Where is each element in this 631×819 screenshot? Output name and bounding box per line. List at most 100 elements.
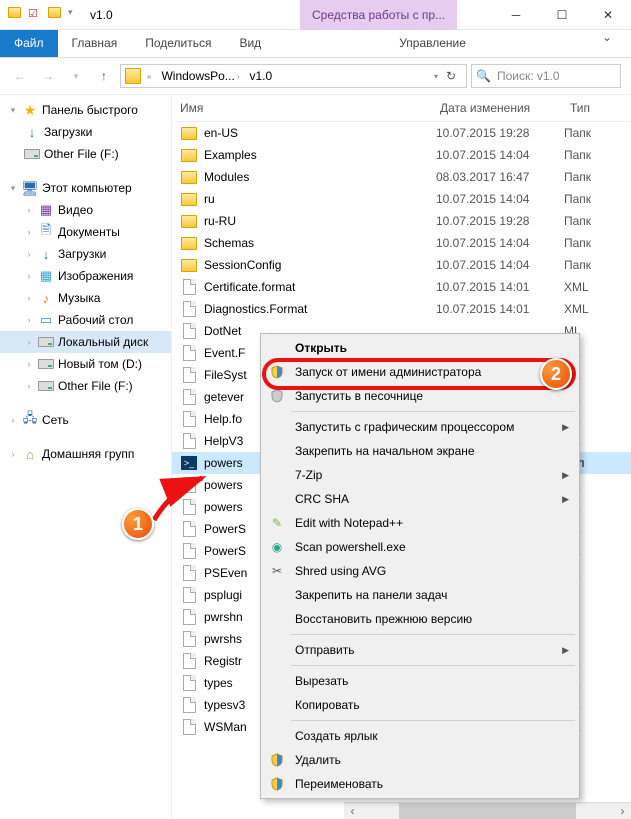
sidebar-item-video[interactable]: ›▦Видео xyxy=(0,199,171,221)
scroll-thumb[interactable] xyxy=(399,803,576,819)
tab-file[interactable]: Файл xyxy=(0,30,58,57)
file-type: XML xyxy=(564,302,589,316)
context-menu-item[interactable]: Запустить в песочнице xyxy=(263,384,577,408)
context-menu-item[interactable]: Запуск от имени администратора xyxy=(263,360,577,384)
menu-item-label: Запуск от имени администратора xyxy=(295,365,569,379)
menu-item-label: Отправить xyxy=(295,643,554,657)
sidebar-item-local-disk[interactable]: ›Локальный диск xyxy=(0,331,171,353)
menu-item-label: Переименовать xyxy=(295,777,569,791)
sidebar-item-documents[interactable]: ›🗎Документы xyxy=(0,221,171,243)
search-input[interactable]: 🔍 Поиск: v1.0 xyxy=(471,64,621,88)
sidebar-item-music[interactable]: ›♪Музыка xyxy=(0,287,171,309)
breadcrumb-root-caret[interactable]: « xyxy=(147,72,151,81)
context-menu-item[interactable]: Удалить xyxy=(263,748,577,772)
file-icon xyxy=(180,652,198,670)
column-type[interactable]: Тип xyxy=(562,95,631,121)
context-menu-item[interactable]: Закрепить на панели задач xyxy=(263,583,577,607)
tab-view[interactable]: Вид xyxy=(225,30,275,57)
file-icon xyxy=(180,366,198,384)
file-type: Папк xyxy=(564,126,591,140)
search-placeholder: Поиск: v1.0 xyxy=(497,69,560,83)
breadcrumb-seg-2[interactable]: v1.0 xyxy=(245,69,276,83)
context-menu-separator xyxy=(291,720,575,721)
file-icon xyxy=(180,146,198,164)
sidebar-item-downloads[interactable]: ↓Загрузки xyxy=(0,121,171,143)
file-name: en-US xyxy=(204,126,436,140)
sidebar-item-other-file2[interactable]: ›Other File (F:) xyxy=(0,375,171,397)
close-button[interactable]: ✕ xyxy=(585,0,631,30)
qat-folder-icon[interactable] xyxy=(48,7,64,23)
sidebar-item-images[interactable]: ›▦Изображения xyxy=(0,265,171,287)
context-menu-item[interactable]: Закрепить на начальном экране xyxy=(263,439,577,463)
file-row[interactable]: ru10.07.2015 14:04Папк xyxy=(172,188,631,210)
column-date[interactable]: Дата изменения xyxy=(432,95,562,121)
file-icon xyxy=(180,608,198,626)
menu-item-icon xyxy=(267,609,287,629)
menu-item-label: Копировать xyxy=(295,698,569,712)
context-menu-item[interactable]: Запустить с графическим процессором▶ xyxy=(263,415,577,439)
context-menu-item[interactable]: Переименовать xyxy=(263,772,577,796)
context-menu-item[interactable]: ✎Edit with Notepad++ xyxy=(263,511,577,535)
file-date: 08.03.2017 16:47 xyxy=(436,170,564,184)
sidebar-item-desktop[interactable]: ›▭Рабочий стол xyxy=(0,309,171,331)
context-menu-item[interactable]: Открыть xyxy=(263,336,577,360)
tab-share[interactable]: Поделиться xyxy=(131,30,225,57)
qat-checkbox-icon[interactable]: ☑ xyxy=(28,7,44,23)
context-menu-item[interactable]: ◉Scan powershell.exe xyxy=(263,535,577,559)
tab-home[interactable]: Главная xyxy=(58,30,132,57)
file-name: SessionConfig xyxy=(204,258,436,272)
context-menu-item[interactable]: Отправить▶ xyxy=(263,638,577,662)
menu-item-label: Scan powershell.exe xyxy=(295,540,569,554)
nav-recent-button[interactable]: ▾ xyxy=(64,64,88,88)
column-headers[interactable]: Имя Дата изменения Тип xyxy=(172,95,631,122)
sidebar-network[interactable]: ›🖧Сеть xyxy=(0,409,171,431)
submenu-arrow-icon: ▶ xyxy=(562,494,569,505)
file-row[interactable]: Schemas10.07.2015 14:04Папк xyxy=(172,232,631,254)
context-menu-item[interactable]: ✂Shred using AVG xyxy=(263,559,577,583)
menu-item-icon xyxy=(267,774,287,794)
file-row[interactable]: Diagnostics.Format10.07.2015 14:01XML xyxy=(172,298,631,320)
file-row[interactable]: SessionConfig10.07.2015 14:04Папк xyxy=(172,254,631,276)
scroll-left-button[interactable]: ‹ xyxy=(344,803,361,819)
nav-forward-button: → xyxy=(36,64,60,88)
file-icon xyxy=(180,256,198,274)
file-row[interactable]: Examples10.07.2015 14:04Папк xyxy=(172,144,631,166)
submenu-arrow-icon: ▶ xyxy=(562,422,569,433)
scroll-right-button[interactable]: › xyxy=(614,803,631,819)
breadcrumb-seg-1[interactable]: WindowsPo...› xyxy=(157,69,243,83)
context-menu-item[interactable]: CRC SHA▶ xyxy=(263,487,577,511)
refresh-button[interactable]: ↻ xyxy=(440,65,462,87)
context-menu-item[interactable]: Вырезать xyxy=(263,669,577,693)
file-row[interactable]: en-US10.07.2015 19:28Папк xyxy=(172,122,631,144)
qat-chevron-icon[interactable]: ▾ xyxy=(68,7,84,23)
context-menu-separator xyxy=(291,411,575,412)
tab-manage[interactable]: Управление xyxy=(385,30,480,57)
horizontal-scrollbar[interactable]: ‹ › xyxy=(344,802,631,819)
maximize-button[interactable]: ☐ xyxy=(539,0,585,30)
sidebar-this-pc[interactable]: ▾🖥Этот компьютер xyxy=(0,177,171,199)
file-icon xyxy=(180,190,198,208)
menu-item-label: Восстановить прежнюю версию xyxy=(295,612,569,626)
context-menu-item[interactable]: Восстановить прежнюю версию xyxy=(263,607,577,631)
nav-up-button[interactable]: ↑ xyxy=(92,64,116,88)
sidebar-item-new-volume[interactable]: ›Новый том (D:) xyxy=(0,353,171,375)
sidebar-quick-access[interactable]: ▾★Панель быстрого xyxy=(0,99,171,121)
nav-back-button[interactable]: ← xyxy=(8,64,32,88)
minimize-button[interactable]: ─ xyxy=(493,0,539,30)
column-name[interactable]: Имя xyxy=(172,95,432,121)
file-row[interactable]: ru-RU10.07.2015 19:28Папк xyxy=(172,210,631,232)
ribbon-expand-button[interactable]: ⌄ xyxy=(593,30,621,44)
sidebar-item-other-file[interactable]: Other File (F:) xyxy=(0,143,171,165)
sidebar-item-downloads2[interactable]: ›↓Загрузки xyxy=(0,243,171,265)
menu-item-icon xyxy=(267,465,287,485)
file-row[interactable]: Modules08.03.2017 16:47Папк xyxy=(172,166,631,188)
address-history-button[interactable]: ▾ xyxy=(434,72,438,81)
context-menu-item[interactable]: 7-Zip▶ xyxy=(263,463,577,487)
context-menu-item[interactable]: Создать ярлык xyxy=(263,724,577,748)
sidebar-homegroup[interactable]: ›⌂Домашняя групп xyxy=(0,443,171,465)
address-bar[interactable]: « WindowsPo...› v1.0 ▾ ↻ xyxy=(120,64,467,88)
context-menu-item[interactable]: Копировать xyxy=(263,693,577,717)
file-row[interactable]: Certificate.format10.07.2015 14:01XML xyxy=(172,276,631,298)
annotation-badge-1: 1 xyxy=(122,508,154,540)
file-icon xyxy=(180,674,198,692)
